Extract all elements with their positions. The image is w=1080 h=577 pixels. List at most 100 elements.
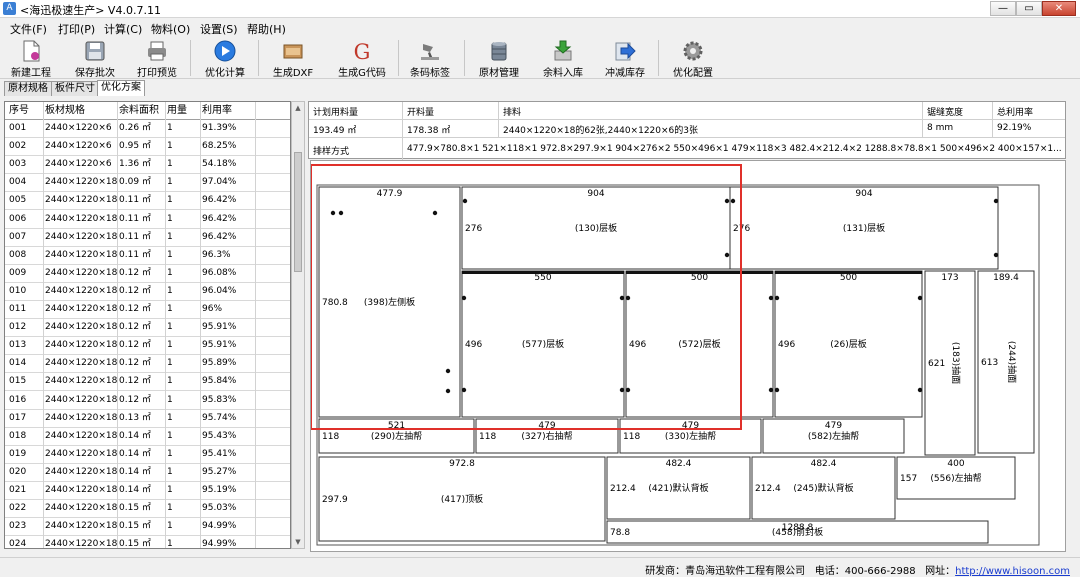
menu-settings[interactable]: 设置(S) <box>200 21 238 37</box>
table-row[interactable]: 005 2440×1220×18 0.11 ㎡ 1 96.42% <box>5 192 290 211</box>
edge-band-mark <box>626 271 773 274</box>
column-header-sheet-count[interactable]: 用量 <box>167 102 200 119</box>
table-row[interactable]: 012 2440×1220×18 0.12 ㎡ 1 95.91% <box>5 319 290 338</box>
panel-height-label: 78.8 <box>610 528 630 538</box>
cell-remnant-area: 1.36 ㎡ <box>119 159 151 170</box>
table-row[interactable]: 003 2440×1220×6 1.36 ㎡ 1 54.18% <box>5 156 290 175</box>
save-batch-button[interactable]: 保存批次 <box>68 37 122 79</box>
new-project-button[interactable]: 新建工程 <box>4 37 58 79</box>
print-preview-button[interactable]: 打印预览 <box>130 37 184 79</box>
table-row[interactable]: 004 2440×1220×18 0.09 ㎡ 1 97.04% <box>5 174 290 193</box>
column-header-utilization[interactable]: 利用率 <box>202 102 256 119</box>
table-row[interactable]: 007 2440×1220×18 0.11 ㎡ 1 96.42% <box>5 229 290 247</box>
column-header-remnant-area[interactable]: 余料面积 <box>119 102 165 119</box>
panel-name-label: (183)抽面 <box>950 342 962 384</box>
tab-panel-size[interactable]: 板件尺寸 <box>51 81 99 96</box>
scroll-down-icon[interactable]: ▼ <box>292 538 304 546</box>
table-row[interactable]: 024 2440×1220×18 0.15 ㎡ 1 94.99% <box>5 536 290 549</box>
restore-button[interactable]: ▭ <box>1016 1 1042 16</box>
table-row[interactable]: 013 2440×1220×18 0.12 ㎡ 1 95.91% <box>5 337 290 356</box>
cell-utilization: 97.04% <box>202 177 237 188</box>
drill-hole-mark <box>462 198 468 204</box>
remnant-inbound-button[interactable]: 余料入库 <box>536 37 590 79</box>
cell-sheet-count: 1 <box>167 249 173 260</box>
table-row[interactable]: 015 2440×1220×18 0.12 ㎡ 1 95.84% <box>5 373 290 392</box>
dxf-file-icon <box>283 44 303 59</box>
table-row[interactable]: 016 2440×1220×18 0.12 ㎡ 1 95.83% <box>5 392 290 410</box>
cutting-layout-canvas[interactable]: 477.9 780.8 (398)左侧板 904 276 (130)层板 904 276 (13… <box>310 160 1066 552</box>
cell-row-index: 016 <box>9 394 27 405</box>
deduct-inventory-button[interactable]: 冲减库存 <box>598 37 652 79</box>
optimize-config-button[interactable]: 优化配置 <box>666 37 720 79</box>
table-row[interactable]: 009 2440×1220×18 0.12 ㎡ 1 96.08% <box>5 265 290 283</box>
table-row[interactable]: 019 2440×1220×18 0.14 ㎡ 1 95.41% <box>5 446 290 464</box>
table-row[interactable]: 023 2440×1220×18 0.15 ㎡ 1 94.99% <box>5 518 290 537</box>
cell-utilization: 94.99% <box>202 539 237 549</box>
panel-width-label: 904 <box>587 189 604 199</box>
close-button[interactable]: ✕ <box>1042 1 1076 16</box>
cell-sheet-spec: 2440×1220×6 <box>45 159 112 170</box>
tab-optimization-plan[interactable]: 优化方案 <box>97 80 145 96</box>
summary-plan-value: 193.49 ㎡ <box>313 126 357 136</box>
tab-material-spec[interactable]: 原材规格 <box>4 81 52 96</box>
play-icon <box>214 40 236 62</box>
optimize-button[interactable]: 优化计算 <box>198 37 252 79</box>
table-row[interactable]: 021 2440×1220×18 0.14 ㎡ 1 95.19% <box>5 482 290 500</box>
material-management-button[interactable]: 原材管理 <box>472 37 526 79</box>
cell-utilization: 95.27% <box>202 466 237 477</box>
generate-gcode-button[interactable]: G 生成G代码 <box>330 37 394 79</box>
cell-row-index: 011 <box>9 304 27 314</box>
cell-sheet-spec: 2440×1220×18 <box>45 521 117 532</box>
cell-row-index: 007 <box>9 231 27 242</box>
panel-width-label: 972.8 <box>449 459 475 469</box>
sheet-list-scrollbar[interactable]: ▲ ▼ <box>291 101 305 549</box>
table-row[interactable]: 001 2440×1220×6 0.26 ㎡ 1 91.39% <box>5 120 290 138</box>
scroll-thumb[interactable] <box>294 152 302 272</box>
scroll-up-icon[interactable]: ▲ <box>292 104 304 112</box>
cell-row-index: 003 <box>9 159 27 170</box>
cell-sheet-spec: 2440×1220×18 <box>45 394 117 405</box>
menu-bar: 文件(F) 打印(P) 计算(C) 物料(O) 设置(S) 帮助(H) <box>0 18 1080 37</box>
drill-hole-mark <box>338 210 344 216</box>
cell-utilization: 95.43% <box>202 430 237 441</box>
summary-cut-value: 178.38 ㎡ <box>407 126 451 136</box>
menu-calculate[interactable]: 计算(C) <box>104 21 142 37</box>
cell-sheet-spec: 2440×1220×18 <box>45 213 117 224</box>
table-row[interactable]: 006 2440×1220×18 0.11 ㎡ 1 96.42% <box>5 211 290 229</box>
table-row[interactable]: 020 2440×1220×18 0.14 ㎡ 1 95.27% <box>5 464 290 482</box>
website-link[interactable]: http://www.hisoon.com <box>955 566 1070 577</box>
table-row[interactable]: 010 2440×1220×18 0.12 ㎡ 1 96.04% <box>5 283 290 301</box>
table-row[interactable]: 014 2440×1220×18 0.12 ㎡ 1 95.89% <box>5 355 290 374</box>
panel-name-label: (26)层板 <box>830 338 866 350</box>
column-header-sheet-spec[interactable]: 板材规格 <box>45 102 117 119</box>
menu-file[interactable]: 文件(F) <box>10 21 47 37</box>
summary-kerf-value: 8 mm <box>927 123 954 133</box>
cell-sheet-spec: 2440×1220×18 <box>45 285 117 296</box>
drill-hole-mark <box>730 198 736 204</box>
cell-row-index: 001 <box>9 123 27 133</box>
cell-row-index: 024 <box>9 539 27 549</box>
column-divider <box>117 102 118 548</box>
minimize-button[interactable]: — <box>990 1 1016 16</box>
arrow-right-icon <box>615 42 636 61</box>
table-row[interactable]: 008 2440×1220×18 0.11 ㎡ 1 96.3% <box>5 247 290 265</box>
generate-dxf-button[interactable]: 生成DXF <box>264 37 322 79</box>
menu-help[interactable]: 帮助(H) <box>247 21 286 37</box>
panel-name-label: (417)顶板 <box>441 493 483 505</box>
table-row[interactable]: 002 2440×1220×6 0.95 ㎡ 1 68.25% <box>5 138 290 157</box>
cell-sheet-count: 1 <box>167 503 173 514</box>
panel-name-label: (398)左侧板 <box>364 296 415 308</box>
menu-print[interactable]: 打印(P) <box>58 21 95 37</box>
table-row[interactable]: 022 2440×1220×18 0.15 ㎡ 1 95.03% <box>5 500 290 519</box>
cell-remnant-area: 0.12 ㎡ <box>119 285 151 296</box>
barcode-label-button[interactable]: 条码标签 <box>403 37 457 79</box>
panel-height-label: 276 <box>465 224 482 234</box>
table-row[interactable]: 018 2440×1220×18 0.14 ㎡ 1 95.43% <box>5 428 290 446</box>
table-row[interactable]: 011 2440×1220×18 0.12 ㎡ 1 96% <box>5 301 290 319</box>
cell-remnant-area: 0.11 ㎡ <box>119 195 151 206</box>
drill-hole-mark <box>619 295 625 301</box>
table-row[interactable]: 017 2440×1220×18 0.13 ㎡ 1 95.74% <box>5 410 290 428</box>
menu-material[interactable]: 物料(O) <box>151 21 190 37</box>
column-header-row-index[interactable]: 序号 <box>9 102 43 119</box>
cell-remnant-area: 0.12 ㎡ <box>119 376 151 387</box>
